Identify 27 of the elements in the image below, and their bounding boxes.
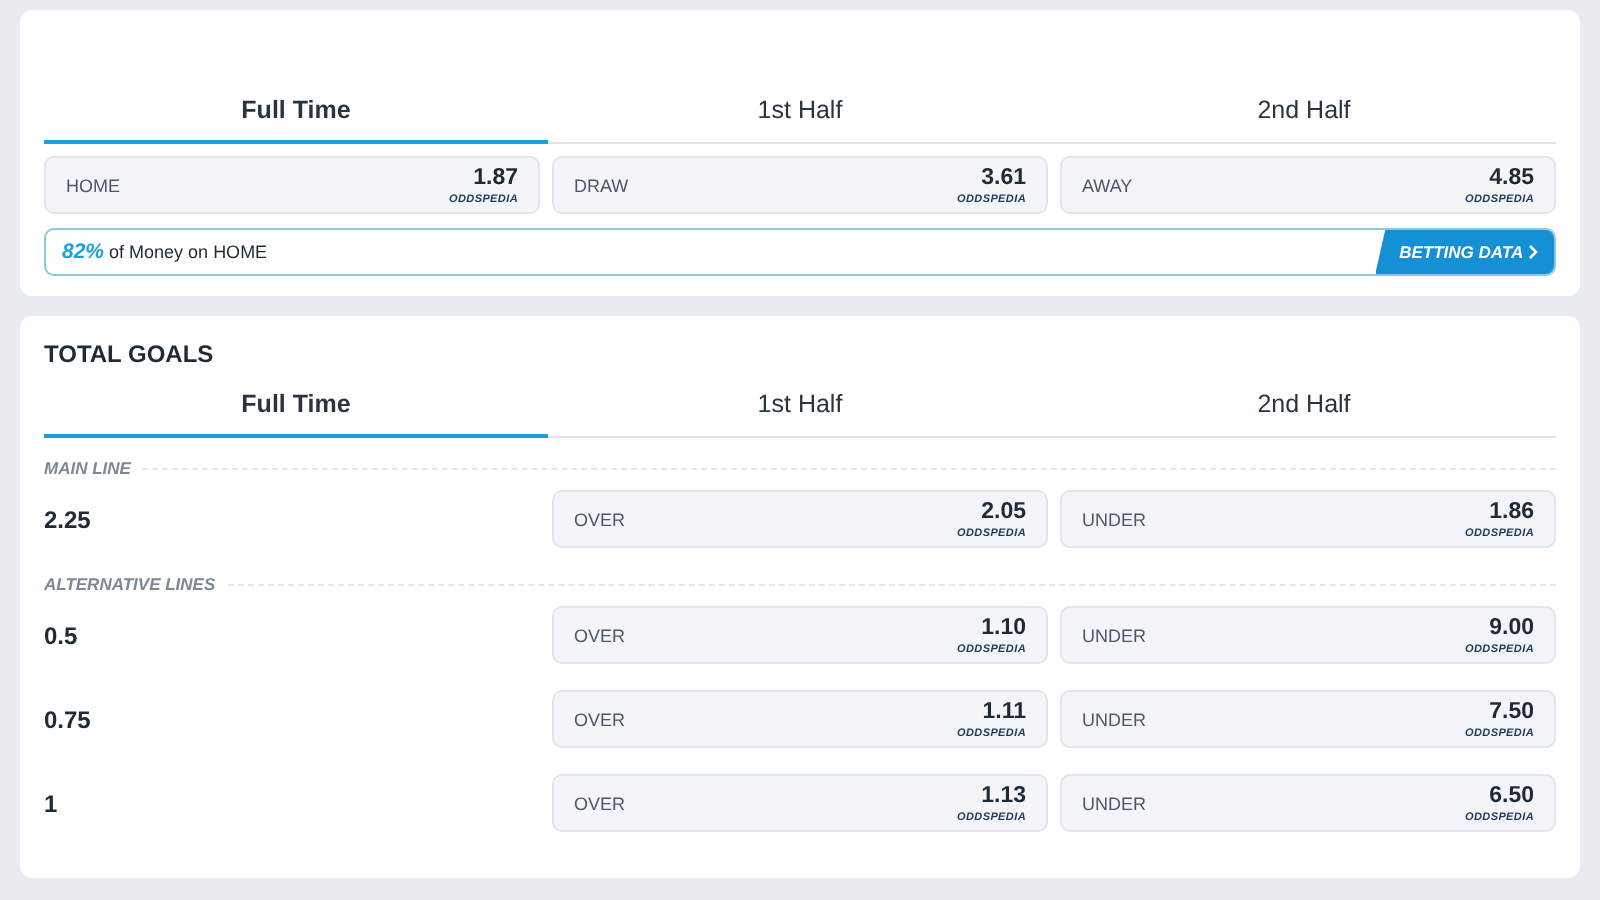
- odds-value: 1.86: [1489, 499, 1534, 523]
- odds-value: 1.10: [981, 615, 1026, 639]
- goal-line: 1: [44, 789, 60, 817]
- goal-line: 0.75: [44, 705, 93, 733]
- odds-value: 7.50: [1489, 699, 1534, 723]
- goal-line: 2.25: [44, 505, 93, 533]
- odds-value: 1.13: [981, 783, 1026, 807]
- odds-value: 1.87: [473, 165, 518, 189]
- odds-value: 6.50: [1489, 783, 1534, 807]
- goal-line: 0.5: [44, 621, 80, 649]
- odds-value: 9.00: [1489, 615, 1534, 639]
- chevron-icon: [1528, 244, 1538, 260]
- betting-data-button[interactable]: BETTING DATA: [1375, 230, 1554, 274]
- section-heading: ALTERNATIVE LINES: [44, 574, 216, 594]
- odds-value: 2.05: [981, 499, 1026, 523]
- section-title: TOTAL GOALS: [44, 338, 214, 368]
- tab[interactable]: Full Time: [44, 380, 548, 438]
- section-heading: MAIN LINE: [44, 458, 131, 478]
- money-text: 82% of Money on HOME: [60, 240, 270, 264]
- tab[interactable]: 1st Half: [548, 380, 1052, 438]
- odds-value: 3.61: [981, 165, 1026, 189]
- tab[interactable]: 2nd Half: [1052, 86, 1556, 144]
- tab[interactable]: 2nd Half: [1052, 380, 1556, 438]
- odds-value: 4.85: [1489, 165, 1534, 189]
- tab[interactable]: Full Time: [44, 86, 548, 144]
- tab[interactable]: 1st Half: [548, 86, 1052, 144]
- odds-value: 1.11: [982, 699, 1026, 723]
